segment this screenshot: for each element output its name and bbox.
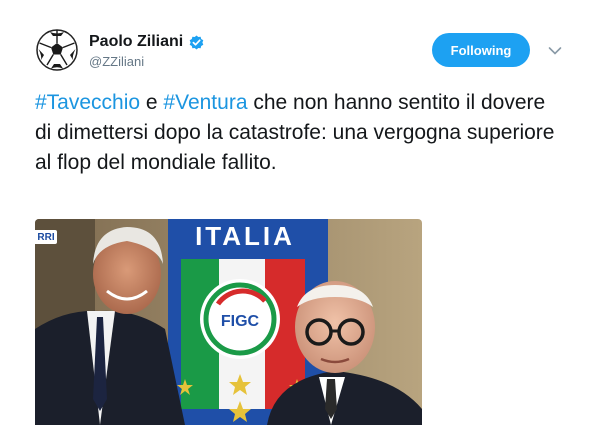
tweet-photo[interactable]: ITALIA FIGC — [35, 219, 422, 425]
tweet-text: #Tavecchio e #Ventura che non hanno sent… — [35, 88, 555, 178]
hashtag-ventura[interactable]: #Ventura — [163, 91, 247, 114]
corner-label: RRI — [35, 230, 57, 244]
author-name-text[interactable]: Paolo Ziliani — [89, 33, 183, 51]
author-name[interactable]: Paolo Ziliani — [89, 33, 204, 51]
avatar[interactable] — [36, 29, 78, 71]
banner-text: ITALIA — [195, 221, 295, 251]
soccer-ball-icon — [36, 29, 78, 71]
verified-badge-icon — [189, 35, 204, 50]
author-handle[interactable]: @ZZiliani — [89, 54, 144, 69]
hashtag-tavecchio[interactable]: #Tavecchio — [35, 91, 140, 114]
tweet-connector: e — [140, 91, 164, 114]
chevron-down-icon[interactable] — [548, 43, 562, 55]
following-button[interactable]: Following — [432, 33, 530, 67]
badge-text: FIGC — [221, 313, 260, 330]
